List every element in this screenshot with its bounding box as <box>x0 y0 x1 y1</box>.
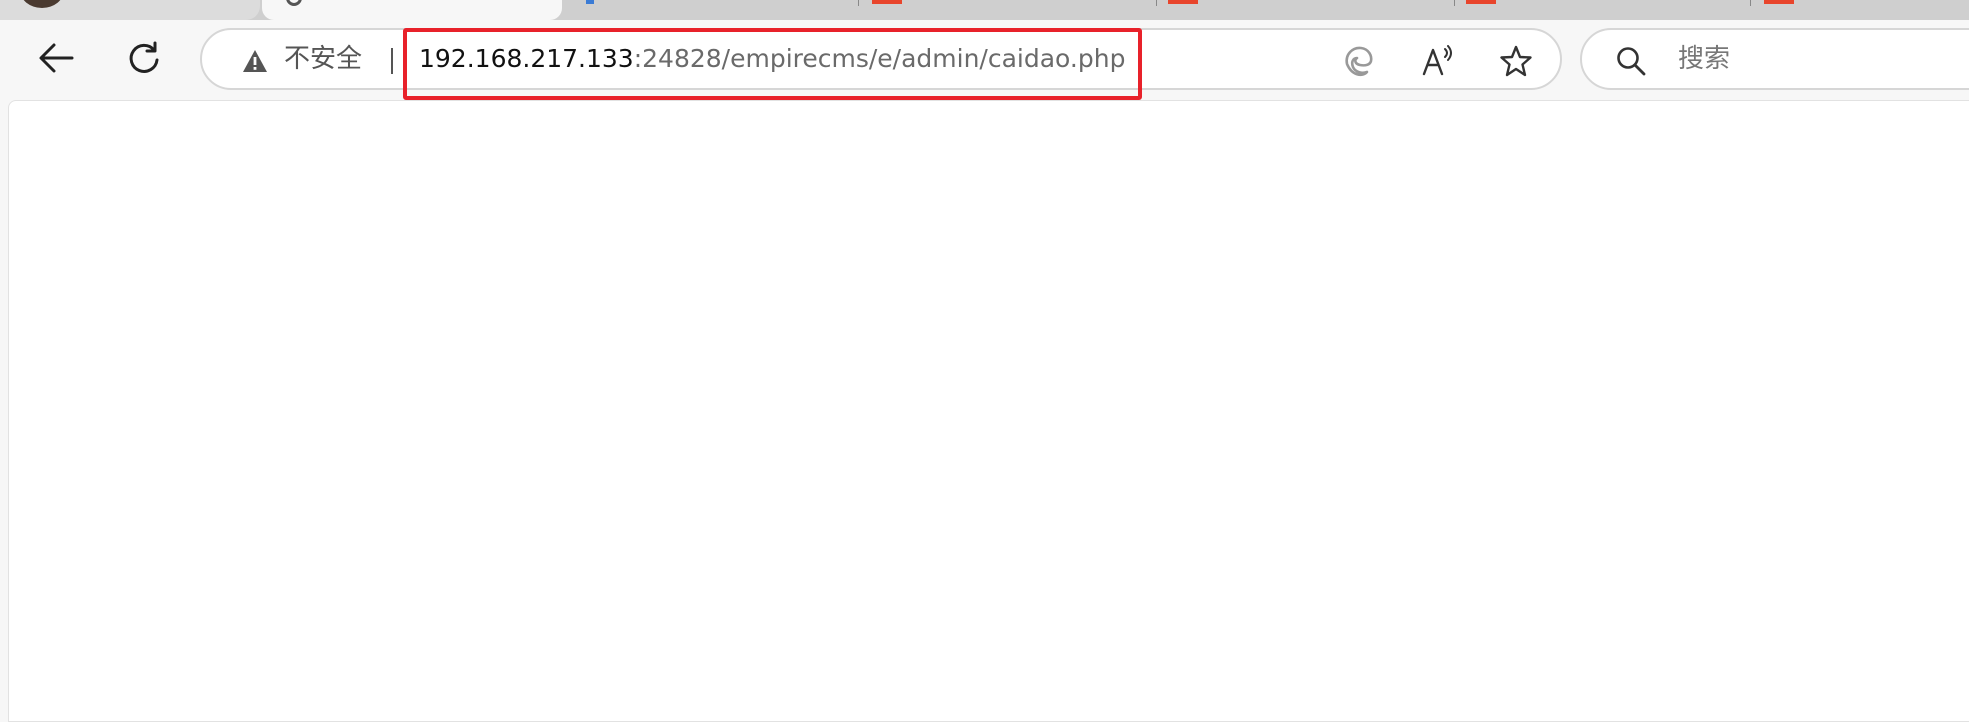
tab-active[interactable] <box>262 0 562 20</box>
tab-favicon[interactable] <box>1764 0 1794 4</box>
read-aloud-icon[interactable] <box>1420 43 1456 79</box>
page-content <box>8 100 1969 722</box>
back-button[interactable] <box>34 36 78 80</box>
search-box[interactable]: 搜索 <box>1580 28 1969 90</box>
tab-favicon[interactable] <box>872 0 902 4</box>
tab-separator <box>1156 0 1157 6</box>
url-highlight-box <box>403 28 1142 100</box>
star-icon[interactable] <box>1498 43 1534 79</box>
tab-favicon[interactable] <box>1168 0 1198 4</box>
divider <box>391 48 393 74</box>
tab-separator <box>858 0 859 6</box>
search-icon <box>1616 46 1646 80</box>
reload-button[interactable] <box>122 36 166 80</box>
security-label[interactable]: 不安全 <box>284 44 362 74</box>
back-arrow-icon <box>39 43 74 73</box>
tab-separator <box>1750 0 1751 6</box>
tab-strip <box>0 0 1969 20</box>
search-input[interactable]: 搜索 <box>1678 44 1730 74</box>
warning-triangle-icon[interactable] <box>242 49 268 77</box>
tab-favicon <box>586 0 594 4</box>
tab-favicon[interactable] <box>1466 0 1496 4</box>
edge-icon[interactable] <box>1340 43 1376 79</box>
reload-icon <box>129 41 159 73</box>
tab-separator <box>1454 0 1455 6</box>
